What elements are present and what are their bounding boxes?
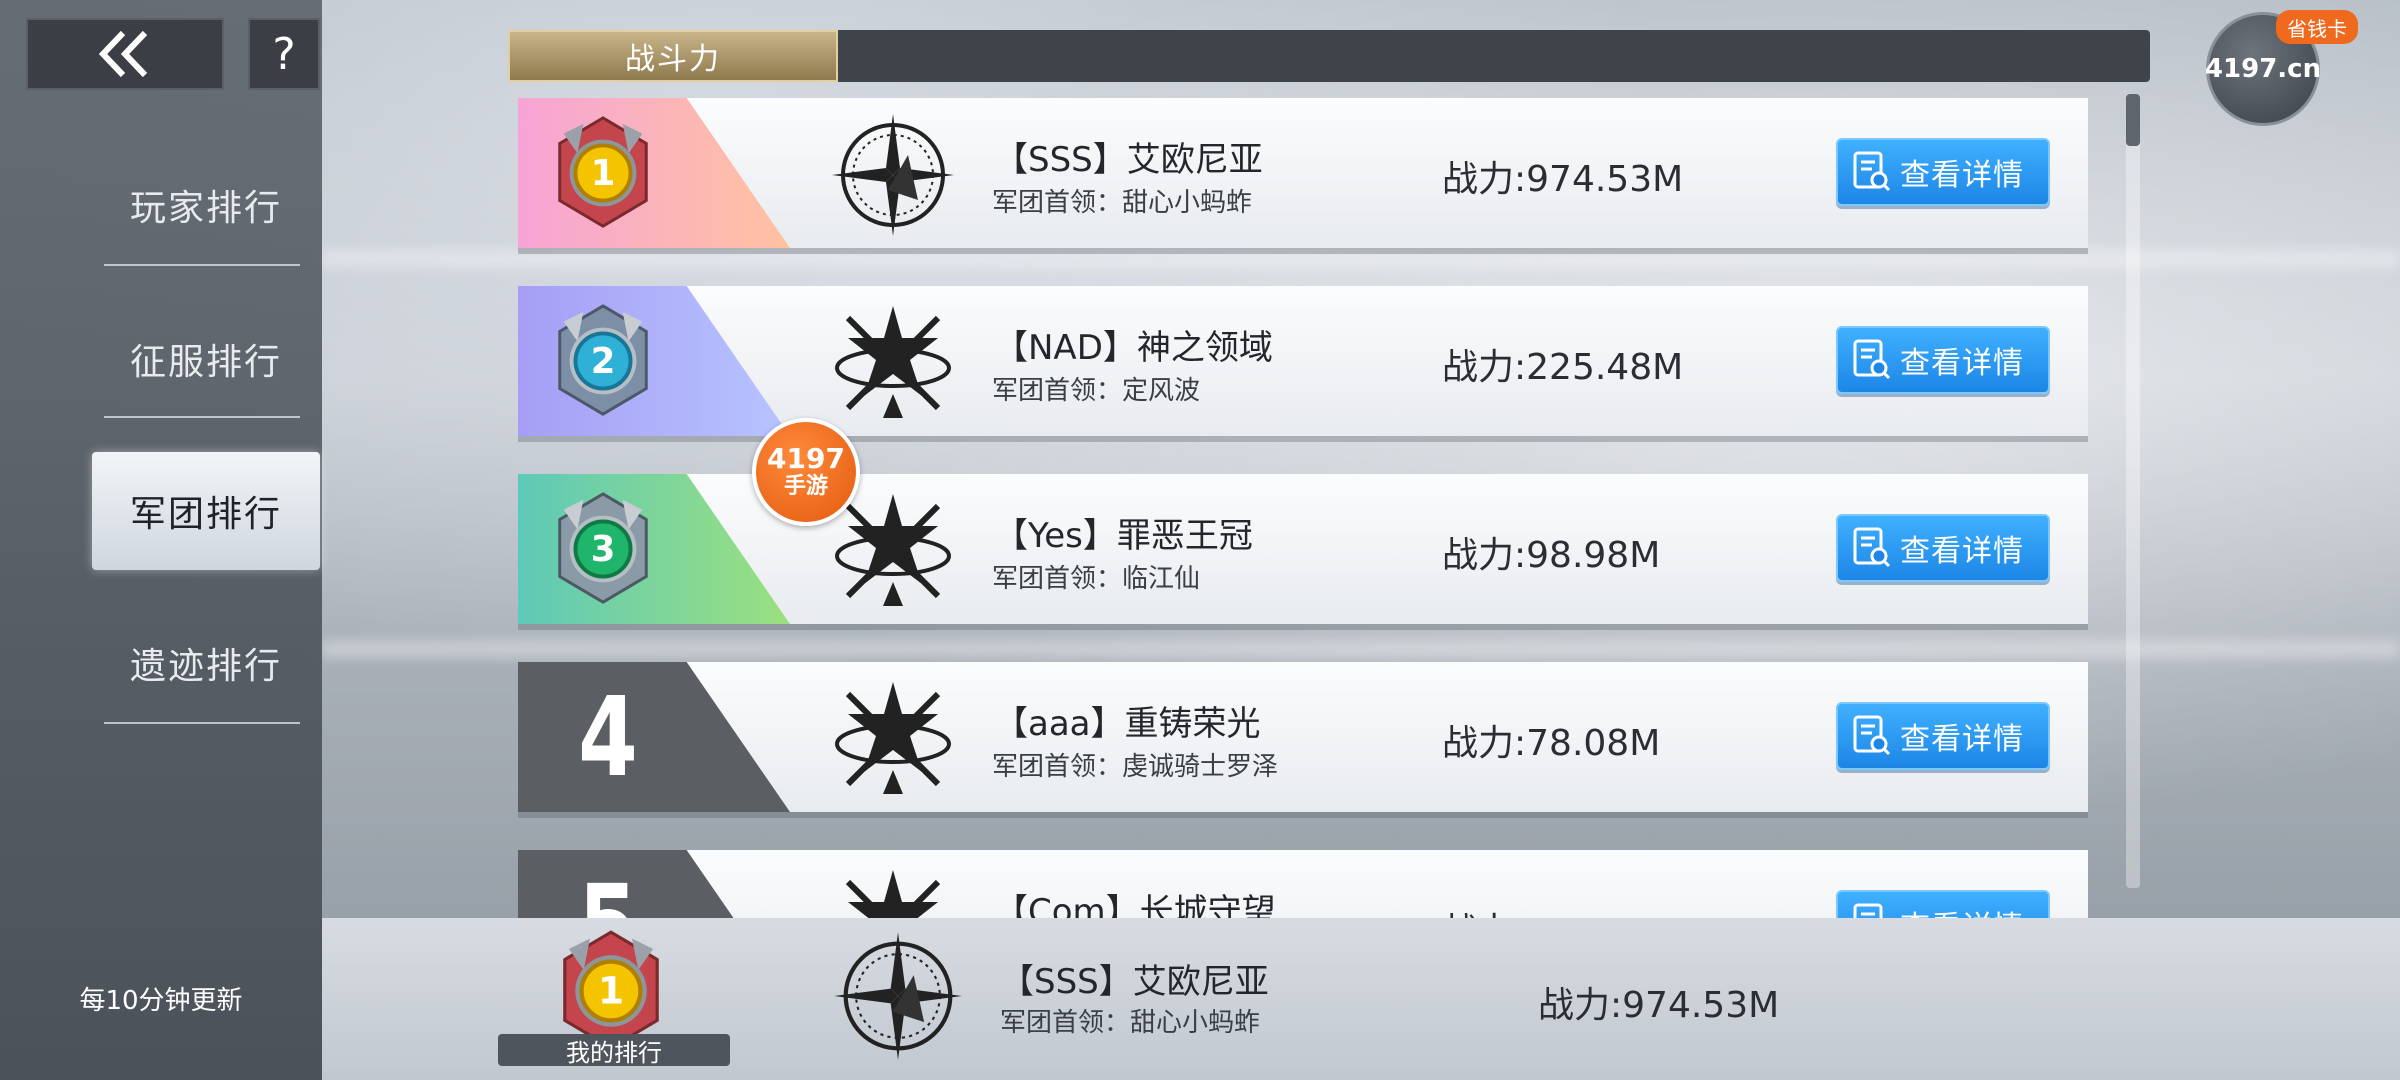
ranking-row: 3 【Yes】罪恶王冠 军团首领：临江仙 战力:98.98M 查看详情 (518, 474, 2088, 624)
svg-text:1: 1 (598, 969, 624, 1013)
guild-leader: 军团首领：甜心小蚂蚱 (992, 188, 1253, 218)
nav-divider (104, 722, 300, 724)
guild-power: 战力:974.53M (1442, 159, 1684, 200)
document-search-icon (1853, 903, 1883, 918)
scrollbar-thumb[interactable] (2126, 94, 2140, 146)
nav-divider (104, 264, 300, 266)
help-button[interactable]: ? (248, 18, 320, 90)
nav-item-legion-ranking[interactable]: 军团排行 (92, 452, 320, 570)
guild-leader: 军团首领：虔诚骑士罗泽 (992, 752, 1279, 782)
bronze-medal-icon: 3 (558, 492, 648, 604)
guild-power: 战力:225.48M (1442, 347, 1684, 388)
view-details-button[interactable]: 查看详情 (1836, 890, 2050, 918)
watermark-badge-text: 手游 (783, 474, 828, 499)
compass-emblem-icon (834, 932, 962, 1060)
sidebar: ? 玩家排行 征服排行 军团排行 遗迹排行 每10分钟更新 (0, 0, 322, 1080)
svg-text:3: 3 (591, 529, 616, 570)
guild-name: 【Com】长城守望 (994, 892, 1276, 918)
nav-divider (104, 416, 300, 418)
guild-name: 【Yes】罪恶王冠 (994, 516, 1253, 556)
rank-number: 4 (578, 673, 638, 801)
my-guild-power: 战力:974.53M (1538, 985, 1780, 1026)
ranking-row: 1 【SSS】艾欧尼亚 军团首领：甜心小蚂蚱 战力:974.53M 查看详情 (518, 98, 2088, 248)
guild-leader: 军团首领：定风波 (992, 376, 1201, 406)
sword-star-emblem-icon (835, 306, 951, 418)
view-details-label: 查看详情 (1900, 346, 2024, 381)
rank-wedge (518, 850, 790, 918)
nav-item-player-ranking[interactable]: 玩家排行 (92, 146, 320, 264)
ranking-row: 4 【aaa】重铸荣光 军团首领：虔诚骑士罗泽 战力:78.08M 查看详情 (518, 662, 2088, 812)
guild-leader: 军团首领：临江仙 (992, 564, 1201, 594)
view-details-button[interactable]: 查看详情 (1836, 138, 2050, 206)
view-details-label: 查看详情 (1900, 722, 2024, 757)
compass-emblem-icon (832, 114, 954, 236)
guild-power: 战力:78.08M (1442, 723, 1661, 764)
guild-power: 战力:98.98M (1442, 535, 1661, 576)
back-button[interactable] (26, 18, 224, 90)
document-search-icon (1853, 151, 1891, 192)
guild-name: 【aaa】重铸荣光 (994, 704, 1261, 744)
ranking-row: 2 【NAD】神之领域 军团首领：定风波 战力:225.48M 查看详情 (518, 286, 2088, 436)
document-search-icon (1853, 527, 1891, 568)
document-search-icon (1853, 715, 1891, 756)
my-guild-leader: 军团首领：甜心小蚂蚱 (1000, 1008, 1261, 1038)
watermark-badge-number: 4197 (767, 442, 845, 475)
tab-bar: 战斗力 (508, 30, 2150, 82)
nav-item-conquest-ranking[interactable]: 征服排行 (92, 300, 320, 418)
guild-name: 【SSS】艾欧尼亚 (994, 140, 1263, 180)
watermark-badge: 4197 手游 (752, 418, 860, 526)
my-rank-label: 我的排行 (498, 1034, 730, 1067)
svg-text:1: 1 (591, 153, 616, 194)
ranking-list: 1 【SSS】艾欧尼亚 军团首领：甜心小蚂蚱 战力:974.53M 查看详情 2… (518, 98, 2088, 918)
silver-medal-icon: 2 (558, 304, 648, 416)
nav-item-ruins-ranking[interactable]: 遗迹排行 (92, 604, 320, 722)
double-chevron-left-icon (98, 30, 148, 78)
document-search-icon (1853, 339, 1891, 380)
my-guild-name: 【SSS】艾欧尼亚 (1000, 962, 1269, 1002)
tab-combat-power[interactable]: 战斗力 (508, 30, 838, 82)
view-details-label: 查看详情 (1900, 902, 2024, 918)
sword-star-emblem-icon (835, 682, 951, 794)
view-details-label: 查看详情 (1900, 158, 2024, 193)
sword-star-emblem-icon (845, 870, 941, 918)
scrollbar-track[interactable] (2126, 94, 2140, 888)
update-note: 每10分钟更新 (79, 986, 243, 1016)
logo-tag: 省钱卡 (2276, 10, 2358, 44)
view-details-button[interactable]: 查看详情 (1836, 702, 2050, 770)
guild-name: 【NAD】神之领域 (994, 328, 1273, 368)
guild-power: 战力 (1442, 902, 1514, 918)
rank-wedge (518, 662, 790, 812)
rank-number: 5 (569, 861, 647, 918)
view-details-button[interactable]: 查看详情 (1836, 514, 2050, 582)
svg-text:2: 2 (591, 341, 616, 382)
ranking-row: 5 【Com】长城守望 战力 查看详情 (518, 850, 2088, 918)
view-details-button[interactable]: 查看详情 (1836, 326, 2050, 394)
gold-medal-icon: 1 (558, 116, 648, 228)
view-details-label: 查看详情 (1900, 534, 2024, 569)
